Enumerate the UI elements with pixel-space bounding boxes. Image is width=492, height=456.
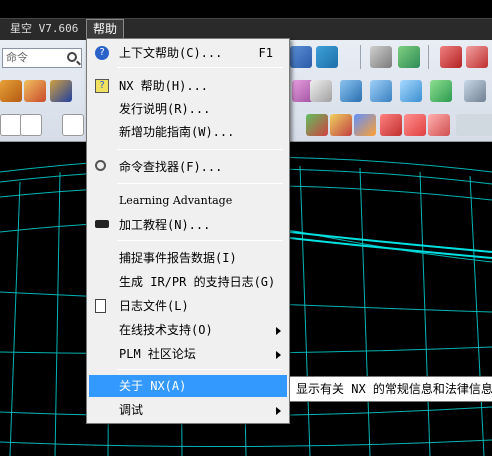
grid-tool-icon[interactable] xyxy=(428,114,450,136)
menu-separator xyxy=(117,369,283,370)
menu-item-label: 生成 IR/PR 的支持日志(G) xyxy=(119,275,276,289)
search-icon xyxy=(67,52,77,62)
menu-item-label: 在线技术支持(O) xyxy=(119,323,213,337)
line-icon[interactable] xyxy=(0,114,22,136)
grid-surface-icon[interactable] xyxy=(430,80,452,102)
solid-block-icon[interactable] xyxy=(0,80,22,102)
cone-icon[interactable] xyxy=(354,114,376,136)
submenu-arrow-icon xyxy=(276,351,281,359)
view-orient-icon[interactable] xyxy=(290,46,312,68)
curve-icon[interactable] xyxy=(474,114,492,136)
menu-item-machining-tutorial[interactable]: 加工教程(N)... xyxy=(89,214,287,236)
menu-item-label: 捕捉事件报告数据(I) xyxy=(119,251,237,265)
wireframe-highlight xyxy=(289,231,492,259)
csys-icon[interactable] xyxy=(466,46,488,68)
menu-item-whats-new[interactable]: 新增功能指南(W)... xyxy=(89,121,287,143)
status-tooltip: 显示有关 NX 的常规信息和法律信息。 xyxy=(289,376,492,402)
model-view-icon[interactable] xyxy=(370,46,392,68)
menu-app-title[interactable]: 星空 V7.606 xyxy=(4,18,84,40)
menu-item-label: 日志文件(L) xyxy=(119,299,189,313)
sketch-plane-icon[interactable] xyxy=(310,80,332,102)
more-surface-icon[interactable] xyxy=(464,80,486,102)
view-rotate-icon[interactable] xyxy=(316,46,338,68)
menu-item-debug[interactable]: 调试 xyxy=(89,399,287,421)
menu-item-support-log[interactable]: 生成 IR/PR 的支持日志(G) xyxy=(89,271,287,293)
search-placeholder: 命令 xyxy=(6,51,28,64)
menu-item-release-notes[interactable]: 发行说明(R)... xyxy=(89,98,287,120)
menu-item-learning-advantage[interactable]: Learning Advantage xyxy=(89,190,287,212)
submenu-arrow-icon xyxy=(276,407,281,415)
toolbar-separator xyxy=(360,45,361,69)
boolean-icon[interactable] xyxy=(50,80,72,102)
menu-item-label: 关于 NX(A) xyxy=(119,379,187,393)
menu-item-label: PLM 社区论坛 xyxy=(119,347,196,361)
menu-help[interactable]: 帮助 xyxy=(86,19,125,39)
sweep-icon[interactable] xyxy=(370,80,392,102)
menu-item-online-support[interactable]: 在线技术支持(O) xyxy=(89,319,287,341)
shape-icon[interactable] xyxy=(380,114,402,136)
menu-item-label: 命令查找器(F)... xyxy=(119,160,223,174)
toolbar-separator xyxy=(428,45,429,69)
menu-item-shortcut: F1 xyxy=(258,46,273,60)
menu-separator xyxy=(117,149,283,150)
help-book-icon: ? xyxy=(95,79,109,93)
menu-item-log-file[interactable]: 日志文件(L) xyxy=(89,295,287,317)
magnifier-icon xyxy=(95,160,106,171)
command-search-input[interactable]: 命令 xyxy=(2,48,82,68)
spline-icon[interactable] xyxy=(62,114,84,136)
menu-separator xyxy=(117,67,283,68)
mesh-surface-icon[interactable] xyxy=(340,80,362,102)
menu-item-nx-help[interactable]: ? NX 帮助(H)... xyxy=(89,75,287,97)
extension-icon[interactable] xyxy=(400,80,422,102)
menu-item-label: 上下文帮助(C)... xyxy=(119,46,223,60)
feature-icon[interactable] xyxy=(24,80,46,102)
help-menu-dropdown: ? 上下文帮助(C)... F1 ? NX 帮助(H)... 发行说明(R)..… xyxy=(86,38,290,424)
analysis-icon[interactable] xyxy=(330,114,352,136)
menu-item-context-help[interactable]: ? 上下文帮助(C)... F1 xyxy=(89,42,287,64)
menu-item-label: 调试 xyxy=(119,403,144,417)
menu-item-label: NX 帮助(H)... xyxy=(119,79,209,93)
feature-tool-icon[interactable] xyxy=(404,114,426,136)
document-icon xyxy=(95,299,106,313)
menu-item-about-nx[interactable]: 关于 NX(A) xyxy=(89,375,287,397)
menu-item-capture-event-data[interactable]: 捕捉事件报告数据(I) xyxy=(89,247,287,269)
menu-item-label: 加工教程(N)... xyxy=(119,218,211,232)
graduation-cap-icon xyxy=(95,220,109,228)
menubar: 星空 V7.606 帮助 xyxy=(0,0,492,40)
menu-item-command-finder[interactable]: 命令查找器(F)... xyxy=(89,156,287,178)
menu-item-label: Learning Advantage xyxy=(119,194,233,207)
menu-item-plm-forum[interactable]: PLM 社区论坛 xyxy=(89,343,287,365)
menu-separator xyxy=(117,240,283,241)
help-question-icon: ? xyxy=(95,46,109,60)
render-style-icon[interactable] xyxy=(398,46,420,68)
line-tool-icon[interactable] xyxy=(20,114,42,136)
submenu-arrow-icon xyxy=(276,327,281,335)
menu-item-label: 新增功能指南(W)... xyxy=(119,125,235,139)
menu-separator xyxy=(117,183,283,184)
color-solid-icon[interactable] xyxy=(306,114,328,136)
menu-item-label: 发行说明(R)... xyxy=(119,102,211,116)
axis-triad-icon[interactable] xyxy=(440,46,462,68)
